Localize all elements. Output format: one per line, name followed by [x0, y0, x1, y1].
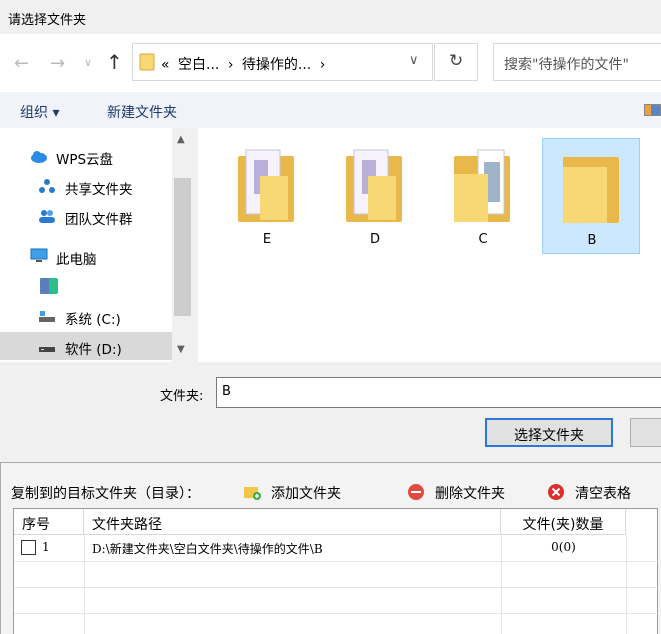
- tree-item-wps-cloud[interactable]: WPS云盘: [0, 142, 172, 170]
- folder-icon: [563, 157, 619, 223]
- address-segment-2[interactable]: 待操作的...: [242, 57, 311, 73]
- forward-button[interactable]: →: [50, 53, 65, 74]
- folder-tile-c[interactable]: C: [434, 138, 532, 254]
- scroll-thumb[interactable]: [174, 178, 191, 316]
- cancel-button[interactable]: [630, 418, 661, 447]
- folder-name-input[interactable]: B: [216, 377, 661, 408]
- tree-item-app[interactable]: [0, 272, 172, 300]
- tree-item-drive-d[interactable]: 软件 (D:): [0, 332, 172, 360]
- scroll-up-icon[interactable]: ▲: [177, 134, 185, 145]
- column-divider: [84, 535, 85, 634]
- target-folder-panel: 复制到的目标文件夹（目录）： 添加文件夹 删除文件夹 清空表格 序号 文件夹路径…: [0, 462, 661, 634]
- column-header-seq[interactable]: 序号: [14, 509, 84, 535]
- folder-content-area: E D C B: [198, 128, 661, 362]
- tree-item-this-pc[interactable]: 此电脑: [0, 242, 172, 270]
- panel-title: 复制到的目标文件夹（目录）：: [11, 486, 200, 502]
- tree-item-label: 此电脑: [56, 252, 97, 268]
- select-folder-button[interactable]: 选择文件夹: [485, 418, 613, 447]
- row-divider: [14, 587, 659, 588]
- command-bar: 组织 ▾ 新建文件夹: [0, 92, 661, 128]
- share-icon: [39, 179, 55, 193]
- row-seq: 1: [42, 540, 50, 554]
- tree-item-drive-c[interactable]: 系统 (C:): [0, 302, 172, 330]
- tree-item-label: 系统 (C:): [65, 312, 121, 328]
- address-separator-2[interactable]: ›: [320, 57, 326, 73]
- folder-name: B: [587, 233, 597, 248]
- minus-circle-icon: [408, 484, 424, 500]
- column-divider: [626, 535, 627, 634]
- navigation-bar: ← → ∨ ↑ « 空白... › 待操作的... › ∨ ↻ 搜索"待操作的文…: [0, 34, 661, 92]
- add-folder-label: 添加文件夹: [271, 486, 341, 502]
- folder-icon: [139, 53, 155, 71]
- target-folder-table: 序号 文件夹路径 文件(夹)数量 1 D:\新建文件夹\空白文件夹\待操作的文件…: [13, 508, 659, 634]
- organize-menu[interactable]: 组织 ▾: [20, 102, 59, 122]
- row-divider: [14, 613, 659, 614]
- folder-tile-b[interactable]: B: [542, 138, 640, 254]
- back-button[interactable]: ←: [14, 53, 29, 74]
- tree-item-shared-folder[interactable]: 共享文件夹: [0, 172, 172, 200]
- cloud-icon: [31, 151, 47, 163]
- delete-folder-label: 删除文件夹: [435, 486, 505, 502]
- window-title: 请选择文件夹: [8, 13, 87, 28]
- drive-c-icon: [39, 311, 55, 322]
- folder-photo-icon: [238, 149, 294, 222]
- column-header-path[interactable]: 文件夹路径: [84, 509, 501, 535]
- app-icon: [40, 278, 58, 294]
- tree-scrollbar[interactable]: ▲ ▼: [172, 128, 193, 362]
- address-separator[interactable]: ›: [228, 57, 234, 73]
- folder-tile-e[interactable]: E: [218, 138, 316, 254]
- folder-tile-d[interactable]: D: [326, 138, 424, 254]
- address-segment-1[interactable]: 空白...: [178, 57, 219, 73]
- drive-d-icon: [39, 347, 55, 352]
- up-folder-button[interactable]: ↑: [106, 50, 123, 74]
- folder-name: C: [478, 232, 488, 247]
- search-input[interactable]: 搜索"待操作的文件": [493, 43, 661, 81]
- add-folder-icon: [244, 487, 261, 500]
- folder-name: D: [369, 232, 380, 247]
- row-count: 0(0): [551, 540, 576, 554]
- folder-photo-icon: [346, 149, 402, 222]
- address-bar[interactable]: « 空白... › 待操作的... › ∨: [132, 43, 433, 81]
- folder-name: E: [262, 232, 272, 247]
- refresh-icon: ↻: [449, 51, 464, 71]
- new-folder-button[interactable]: 新建文件夹: [107, 102, 177, 122]
- refresh-button[interactable]: ↻: [434, 43, 478, 81]
- column-header-count[interactable]: 文件(夹)数量: [501, 509, 626, 535]
- tree-item-label: 软件 (D:): [65, 342, 122, 358]
- row-checkbox[interactable]: [21, 540, 36, 555]
- tree-item-label: 团队文件群: [65, 212, 133, 228]
- row-path: D:\新建文件夹\空白文件夹\待操作的文件\B: [92, 542, 323, 556]
- folder-name-label: 文件夹:: [160, 389, 204, 404]
- team-icon: [39, 210, 55, 223]
- tree-item-label: WPS云盘: [56, 152, 114, 168]
- computer-icon: [30, 248, 48, 262]
- address-dropdown-icon[interactable]: ∨: [409, 53, 419, 68]
- tree-item-team-files[interactable]: 团队文件群: [0, 202, 172, 230]
- recent-locations-button[interactable]: ∨: [84, 56, 92, 69]
- clear-table-label: 清空表格: [575, 486, 631, 502]
- folder-document-icon: [454, 149, 510, 222]
- scroll-down-icon[interactable]: ▼: [177, 344, 185, 355]
- address-path[interactable]: « 空白... › 待操作的... ›: [161, 54, 329, 74]
- address-overflow[interactable]: «: [161, 57, 170, 73]
- view-options-icon[interactable]: [644, 104, 661, 116]
- navigation-tree: WPS云盘 共享文件夹 团队文件群 此电脑 系统 (C:) 软件 (D:) ▲ …: [0, 128, 193, 362]
- close-circle-icon: [548, 484, 564, 500]
- row-divider: [14, 561, 659, 562]
- tree-item-label: 共享文件夹: [65, 182, 133, 198]
